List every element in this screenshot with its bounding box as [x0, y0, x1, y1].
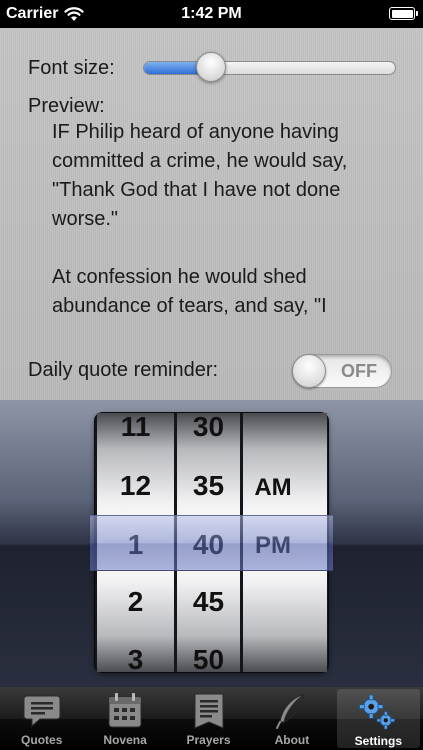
status-time: 1:42 PM [181, 5, 242, 22]
gears-icon [359, 694, 396, 730]
hour-item[interactable]: 3 [97, 644, 174, 672]
period-item-selected[interactable]: PM [243, 532, 303, 560]
tab-label: Prayers [186, 733, 231, 747]
tab-label: Quotes [21, 733, 63, 747]
period-item[interactable]: AM [243, 474, 303, 502]
tab-about[interactable]: About [250, 687, 333, 750]
tab-quotes[interactable]: Quotes [0, 687, 83, 750]
tab-bar: Quotes Novena Prayers About Settings [0, 687, 423, 750]
reminder-toggle-state: OFF [341, 361, 377, 381]
preview-box: IF Philip heard of anyone having committ… [52, 118, 392, 346]
preview-text: IF Philip heard of anyone having committ… [52, 121, 348, 317]
minute-wheel[interactable]: 30 35 40 45 50 [177, 413, 240, 672]
tab-label: About [274, 733, 310, 747]
tab-novena[interactable]: Novena [83, 687, 166, 750]
tab-label: Novena [103, 733, 147, 747]
tab-label: Settings [354, 734, 402, 748]
font-size-label: Font size: [28, 57, 115, 79]
hour-item[interactable]: 2 [97, 586, 174, 618]
tab-settings[interactable]: Settings [336, 689, 421, 748]
speech-bubble-icon [23, 695, 61, 728]
quill-icon [275, 693, 305, 729]
minute-item[interactable]: 50 [177, 644, 240, 672]
minute-item[interactable]: 35 [177, 470, 240, 502]
tab-prayers[interactable]: Prayers [167, 687, 250, 750]
minute-item[interactable]: 30 [177, 413, 240, 443]
status-bar: Carrier 1:42 PM [0, 0, 423, 28]
reminder-toggle-knob[interactable] [292, 354, 326, 388]
prayer-book-icon [194, 693, 224, 729]
hour-item[interactable]: 11 [97, 413, 174, 443]
battery-fill [391, 9, 413, 18]
font-size-slider[interactable] [143, 61, 396, 75]
reminder-toggle[interactable]: OFF [292, 354, 392, 388]
calendar-icon [108, 693, 142, 728]
hour-item-selected[interactable]: 1 [97, 529, 174, 561]
minute-item-selected[interactable]: 40 [177, 529, 240, 561]
hour-item[interactable]: 12 [97, 470, 174, 502]
minute-item[interactable]: 45 [177, 586, 240, 618]
reminder-label: Daily quote reminder: [28, 359, 219, 381]
hour-wheel[interactable]: 11 12 1 2 3 [97, 413, 174, 672]
battery-icon [389, 7, 418, 20]
period-wheel[interactable]: AM PM [243, 413, 327, 672]
preview-label: Preview: [28, 95, 105, 117]
